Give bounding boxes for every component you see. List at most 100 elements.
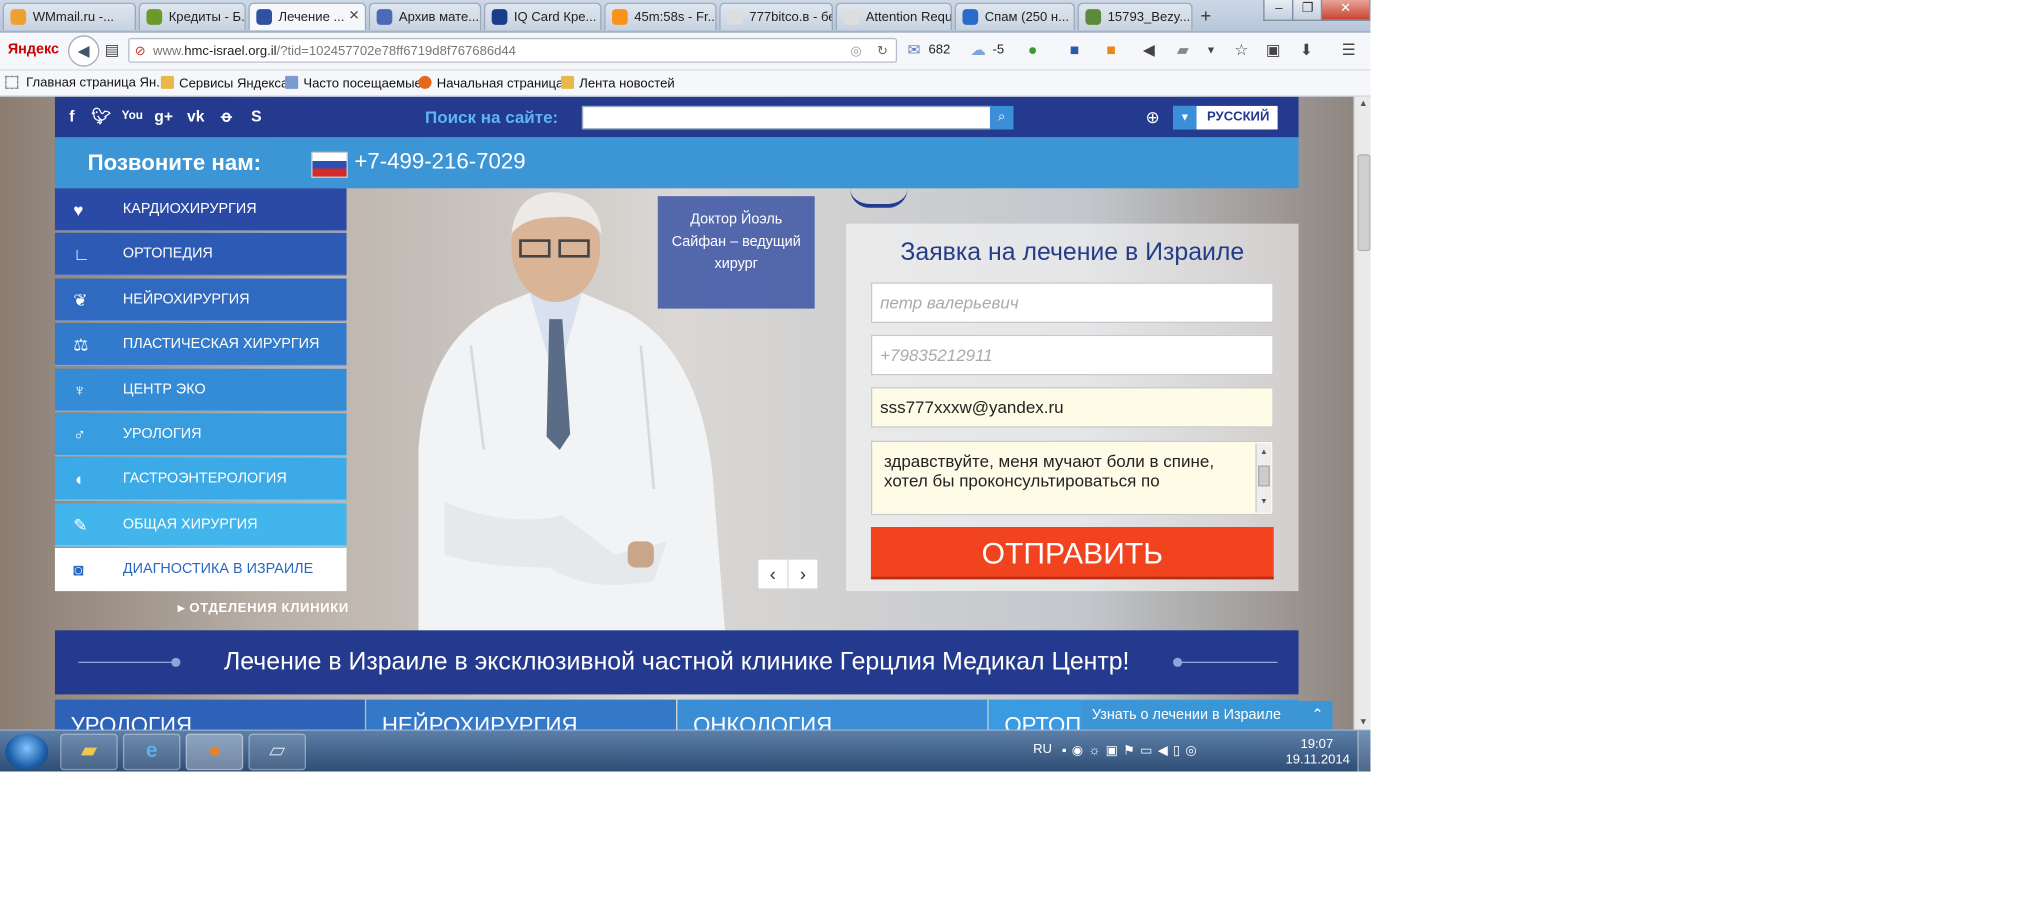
search-icon[interactable]: ⌕	[989, 105, 1014, 130]
sidebar-menu-item[interactable]: ♆ ЦЕНТР ЭКО	[54, 368, 347, 412]
browser-tab[interactable]: Лечение ... ✕	[248, 2, 367, 31]
mail-icon[interactable]: ✉	[908, 41, 921, 59]
minimize-button[interactable]: –	[1263, 0, 1295, 21]
tab-label: Архив мате...	[398, 10, 480, 25]
browser-tab[interactable]: Кредиты - Б...	[138, 2, 246, 31]
bookmark-item[interactable]: Лента новостей	[561, 75, 675, 92]
scroll-down-arrow[interactable]: ▼	[1359, 718, 1368, 727]
weather-temp: -5	[992, 43, 1005, 58]
new-tab-button[interactable]: +	[1200, 5, 1211, 26]
bookmark-star-icon[interactable]: ☆	[1234, 41, 1248, 59]
odnoklassniki-icon[interactable]: ꝋ	[221, 107, 232, 125]
browser-tab[interactable]: 15793_Bezy...	[1077, 2, 1193, 31]
bookmark-item[interactable]: Начальная страница	[418, 75, 563, 92]
back-button[interactable]: ◀	[68, 35, 100, 67]
taskbar-ie[interactable]: e	[122, 733, 181, 771]
reader-icon[interactable]: ◎	[850, 39, 861, 64]
tray-icons[interactable]: ▪◉☼▣⚑▭◀▯◎	[1062, 744, 1202, 758]
category-tile-oncology[interactable]: ОНКОЛОГИЯ	[677, 699, 988, 730]
input-language[interactable]: RU	[1033, 743, 1052, 757]
browser-tab[interactable]: 45m:58s - Fr...	[604, 2, 717, 31]
bookmark-item[interactable]: Часто посещаемые	[285, 75, 422, 92]
youtube-icon[interactable]: You	[122, 109, 143, 122]
email-field[interactable]: sss777xxxw@yandex.ru	[870, 387, 1274, 428]
scroll-thumb[interactable]	[1258, 465, 1270, 487]
banner-divider-right	[1179, 661, 1278, 664]
folder-icon	[160, 75, 174, 89]
skype-icon[interactable]: S	[251, 107, 261, 125]
sidebar-menu-item[interactable]: ✎ ОБЩАЯ ХИРУРГИЯ	[54, 503, 347, 547]
textarea-scrollbar[interactable]: ▲ ▼	[1255, 443, 1272, 513]
download-icon[interactable]: ⬇	[1300, 41, 1313, 59]
tab-favicon-icon	[491, 9, 508, 25]
name-field[interactable]: петр валерьевич	[870, 282, 1274, 324]
vk-icon[interactable]: vk	[187, 107, 204, 125]
learn-more-button[interactable]: Узнать о лечении в Израиле ⌃	[1081, 700, 1333, 730]
site-top-strip: f 🐦︎ You g+ vk ꝋ S Поиск на сайте: ⌕ ⊕ Р…	[54, 96, 1299, 138]
taskbar-app[interactable]: ▱	[248, 733, 307, 771]
bookmark-item[interactable]: Сервисы Яндекса	[160, 75, 288, 92]
history-icon[interactable]: ▤	[105, 41, 120, 59]
submit-button[interactable]: ОТПРАВИТЬ	[870, 527, 1274, 580]
browser-tab[interactable]: WMmail.ru -...	[2, 2, 137, 31]
facebook-icon[interactable]: f	[69, 107, 74, 125]
browser-tab[interactable]: IQ Card Кре...	[483, 2, 602, 31]
addon-green-icon[interactable]: ●	[1028, 41, 1037, 59]
site-search-input[interactable]	[581, 105, 993, 130]
sidebar-menu-item[interactable]: ◙ ДИАГНОСТИКА В ИЗРАИЛЕ	[54, 548, 347, 592]
slider-next-button[interactable]: ›	[787, 559, 818, 589]
browser-tab[interactable]: Архив мате...	[368, 2, 482, 31]
sidebar-menu-item[interactable]: ❦ НЕЙРОХИРУРГИЯ	[54, 278, 347, 322]
phone-field[interactable]: +79835212911	[870, 334, 1274, 376]
taskbar-explorer[interactable]: ▰	[60, 733, 118, 771]
clipboard-icon[interactable]: ▣	[1266, 41, 1281, 59]
departments-link[interactable]: ▸ ОТДЕЛЕНИЯ КЛИНИКИ	[178, 602, 349, 616]
address-bar[interactable]: ⊘ www.hmc-israel.org.il/?tid=102457702e7…	[128, 37, 898, 64]
sidebar-menu-item[interactable]: ♂ УРОЛОГИЯ	[54, 413, 347, 457]
start-button[interactable]	[5, 733, 49, 771]
reload-icon[interactable]: ↻	[877, 39, 888, 64]
page-scrollbar[interactable]: ▲ ▼	[1353, 96, 1371, 730]
scroll-up-arrow[interactable]: ▲	[1359, 99, 1368, 108]
browser-tab[interactable]: Attention Requir...	[835, 2, 953, 31]
message-textarea[interactable]: здравствуйте, меня мучают боли в спине, …	[870, 440, 1274, 516]
system-clock[interactable]: 19:07 19.11.2014	[1285, 738, 1349, 769]
menu-icon[interactable]: ☰	[1342, 41, 1356, 59]
sidebar-menu-item[interactable]: ◖ ГАСТРОЭНТЕРОЛОГИЯ	[54, 458, 347, 502]
scroll-down-icon[interactable]: ▼	[1257, 493, 1271, 513]
close-tab-icon[interactable]: ✕	[349, 9, 360, 23]
browser-tab[interactable]: 777bitco.в - бес...	[719, 2, 834, 31]
brain-icon: ❦	[73, 290, 88, 310]
page-scroll-thumb[interactable]	[1357, 154, 1371, 252]
google-plus-icon[interactable]: g+	[154, 107, 173, 125]
addon-orange-icon[interactable]: ■	[1106, 41, 1115, 59]
browser-tab[interactable]: Спам (250 н...	[954, 2, 1075, 31]
twitter-icon[interactable]: 🐦︎	[92, 107, 112, 125]
show-desktop-button[interactable]	[1357, 731, 1371, 772]
scroll-up-icon[interactable]: ▲	[1257, 443, 1271, 463]
category-tile-neurosurgery[interactable]: НЕЙРОХИРУРГИЯ	[366, 699, 677, 730]
sidebar-menu-item[interactable]: ♥ КАРДИОХИРУРГИЯ	[54, 188, 347, 232]
dropdown-icon[interactable]: ▼	[1206, 44, 1216, 56]
windows-taskbar: ▰ e ● ▱ RU ▪◉☼▣⚑▭◀▯◎ 19:07 19.11.2014	[0, 729, 1371, 772]
category-tile-urology[interactable]: УРОЛОГИЯ	[54, 699, 365, 730]
message-text: здравствуйте, меня мучают боли в спине, …	[884, 451, 1215, 491]
addon-grey-icon[interactable]: ▰	[1177, 41, 1189, 59]
addon-blue-icon[interactable]: ■	[1070, 41, 1079, 59]
slider-prev-button[interactable]: ‹	[758, 559, 788, 589]
speaker-icon[interactable]: ◀	[1143, 41, 1155, 59]
sidebar-menu-item[interactable]: ∟ ОРТОПЕДИЯ	[54, 233, 347, 277]
heart-icon: ♥	[73, 200, 84, 220]
tab-favicon-icon	[376, 9, 393, 25]
taskbar-firefox[interactable]: ●	[185, 733, 244, 771]
phone-number[interactable]: +7-499-216-7029	[354, 149, 525, 175]
site-search-label: Поиск на сайте:	[425, 107, 559, 127]
ie-icon: e	[145, 740, 158, 763]
close-window-button[interactable]: ✕	[1320, 0, 1371, 21]
chevron-down-icon[interactable]: ▼	[1173, 105, 1197, 130]
sidebar-menu-item[interactable]: ⚖ ПЛАСТИЧЕСКАЯ ХИРУРГИЯ	[54, 323, 347, 367]
bookmark-item[interactable]: Главная страница Ян...	[26, 76, 167, 90]
globe-icon: ⊕	[1145, 107, 1160, 127]
weather-icon[interactable]: ☁	[970, 41, 986, 59]
maximize-button[interactable]: ❐	[1292, 0, 1324, 21]
